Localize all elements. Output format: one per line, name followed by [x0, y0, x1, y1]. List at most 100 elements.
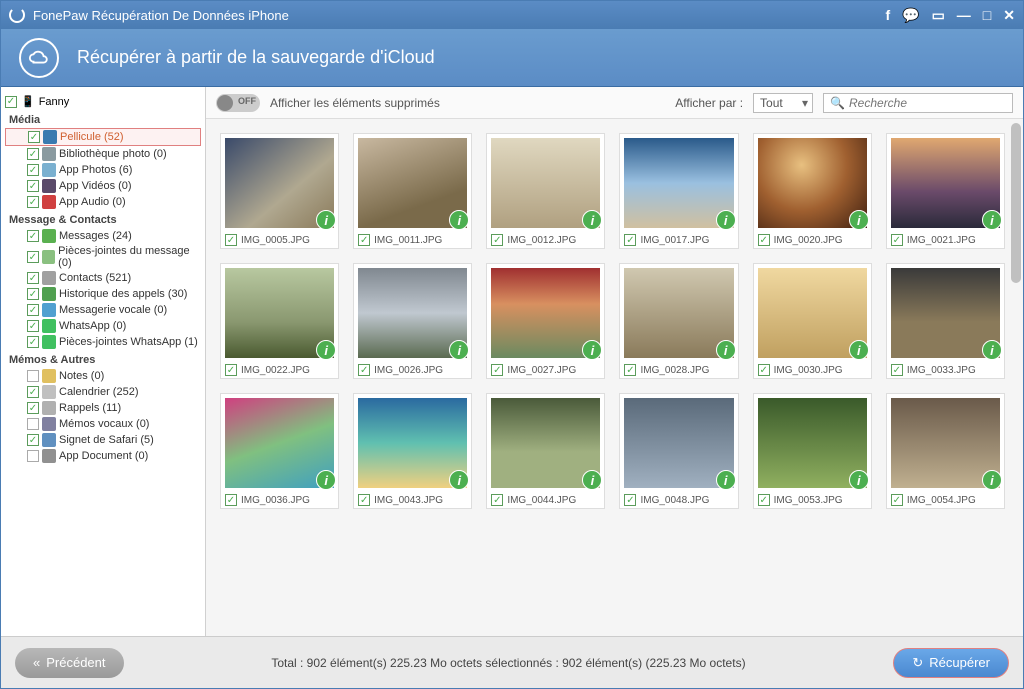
checkbox-icon[interactable]: ✓ [27, 434, 39, 446]
close-icon[interactable]: ✕ [1003, 7, 1015, 24]
checkbox-icon[interactable]: ✓ [28, 131, 40, 143]
thumbnail[interactable]: i✓IMG_0005.JPG [220, 133, 339, 249]
maximize-icon[interactable]: □ [983, 7, 991, 24]
sidebar-item[interactable]: ✓App Photos (6) [5, 162, 201, 178]
sidebar-item[interactable]: ✓App Document (0) [5, 448, 201, 464]
sidebar-item[interactable]: ✓Messages (24) [5, 228, 201, 244]
checkbox-icon[interactable]: ✓ [624, 234, 636, 246]
checkbox-icon[interactable]: ✓ [624, 494, 636, 506]
checkbox-icon[interactable]: ✓ [891, 364, 903, 376]
thumbnail[interactable]: i✓IMG_0030.JPG [753, 263, 872, 379]
search-box[interactable]: 🔍 [823, 93, 1013, 113]
feedback-icon[interactable]: ▭ [932, 7, 945, 24]
checkbox-icon[interactable]: ✓ [27, 196, 39, 208]
sidebar-item[interactable]: ✓Pellicule (52) [5, 128, 201, 146]
checkbox-icon[interactable]: ✓ [5, 96, 17, 108]
search-input[interactable] [849, 96, 1006, 110]
thumbnail[interactable]: i✓IMG_0053.JPG [753, 393, 872, 509]
checkbox-icon[interactable]: ✓ [27, 418, 39, 430]
checkbox-icon[interactable]: ✓ [758, 234, 770, 246]
sidebar-item[interactable]: ✓Bibliothèque photo (0) [5, 146, 201, 162]
checkbox-icon[interactable]: ✓ [27, 251, 39, 263]
checkbox-icon[interactable]: ✓ [27, 272, 39, 284]
checkbox-icon[interactable]: ✓ [225, 234, 237, 246]
category-icon [42, 433, 56, 447]
sidebar-item[interactable]: ✓Historique des appels (30) [5, 286, 201, 302]
sidebar-item[interactable]: ✓Notes (0) [5, 368, 201, 384]
info-icon[interactable]: i [716, 340, 736, 360]
minimize-icon[interactable]: — [957, 7, 971, 24]
checkbox-icon[interactable]: ✓ [758, 364, 770, 376]
thumbnail[interactable]: i✓IMG_0021.JPG [886, 133, 1005, 249]
thumbnail[interactable]: i✓IMG_0022.JPG [220, 263, 339, 379]
sidebar-item[interactable]: ✓App Vidéos (0) [5, 178, 201, 194]
checkbox-icon[interactable]: ✓ [27, 402, 39, 414]
thumbnail[interactable]: i✓IMG_0027.JPG [486, 263, 605, 379]
device-row[interactable]: ✓ 📱 Fanny [5, 93, 201, 110]
checkbox-icon[interactable]: ✓ [491, 234, 503, 246]
thumbnail[interactable]: i✓IMG_0026.JPG [353, 263, 472, 379]
checkbox-icon[interactable]: ✓ [27, 304, 39, 316]
checkbox-icon[interactable]: ✓ [27, 148, 39, 160]
checkbox-icon[interactable]: ✓ [27, 230, 39, 242]
checkbox-icon[interactable]: ✓ [27, 336, 39, 348]
checkbox-icon[interactable]: ✓ [225, 494, 237, 506]
thumbnail[interactable]: i✓IMG_0017.JPG [619, 133, 738, 249]
checkbox-icon[interactable]: ✓ [491, 494, 503, 506]
checkbox-icon[interactable]: ✓ [624, 364, 636, 376]
info-icon[interactable]: i [982, 340, 1002, 360]
sidebar-item[interactable]: ✓Mémos vocaux (0) [5, 416, 201, 432]
info-icon[interactable]: i [982, 470, 1002, 490]
checkbox-icon[interactable]: ✓ [27, 180, 39, 192]
thumbnail[interactable]: i✓IMG_0012.JPG [486, 133, 605, 249]
thumbnail[interactable]: i✓IMG_0028.JPG [619, 263, 738, 379]
info-icon[interactable]: i [849, 470, 869, 490]
checkbox-icon[interactable]: ✓ [27, 450, 39, 462]
checkbox-icon[interactable]: ✓ [27, 386, 39, 398]
thumbnail[interactable]: i✓IMG_0054.JPG [886, 393, 1005, 509]
checkbox-icon[interactable]: ✓ [358, 234, 370, 246]
sidebar-item[interactable]: ✓Contacts (521) [5, 270, 201, 286]
recover-button[interactable]: ↻ Récupérer [893, 648, 1009, 678]
scrollbar[interactable] [1011, 123, 1021, 283]
chat-icon[interactable]: 💬 [902, 7, 919, 24]
thumbnail-scroll[interactable]: i✓IMG_0005.JPGi✓IMG_0011.JPGi✓IMG_0012.J… [206, 119, 1023, 636]
facebook-icon[interactable]: f [885, 7, 890, 24]
info-icon[interactable]: i [716, 470, 736, 490]
info-icon[interactable]: i [982, 210, 1002, 230]
checkbox-icon[interactable]: ✓ [358, 364, 370, 376]
checkbox-icon[interactable]: ✓ [758, 494, 770, 506]
checkbox-icon[interactable]: ✓ [225, 364, 237, 376]
checkbox-icon[interactable]: ✓ [358, 494, 370, 506]
category-icon [42, 417, 56, 431]
filter-select[interactable]: Tout [753, 93, 813, 113]
sidebar-item[interactable]: ✓Pièces-jointes WhatsApp (1) [5, 334, 201, 350]
thumbnail[interactable]: i✓IMG_0048.JPG [619, 393, 738, 509]
info-icon[interactable]: i [849, 340, 869, 360]
thumbnail[interactable]: i✓IMG_0043.JPG [353, 393, 472, 509]
checkbox-icon[interactable]: ✓ [891, 234, 903, 246]
sidebar-item[interactable]: ✓Messagerie vocale (0) [5, 302, 201, 318]
checkbox-icon[interactable]: ✓ [27, 288, 39, 300]
checkbox-icon[interactable]: ✓ [27, 370, 39, 382]
thumbnail[interactable]: i✓IMG_0036.JPG [220, 393, 339, 509]
thumbnail[interactable]: i✓IMG_0044.JPG [486, 393, 605, 509]
prev-button[interactable]: « Précédent [15, 648, 124, 678]
sidebar-item[interactable]: ✓App Audio (0) [5, 194, 201, 210]
sidebar-item[interactable]: ✓WhatsApp (0) [5, 318, 201, 334]
thumbnail[interactable]: i✓IMG_0011.JPG [353, 133, 472, 249]
info-icon[interactable]: i [716, 210, 736, 230]
sidebar-item[interactable]: ✓Signet de Safari (5) [5, 432, 201, 448]
sidebar-item[interactable]: ✓Pièces-jointes du message (0) [5, 244, 201, 270]
sidebar-item[interactable]: ✓Calendrier (252) [5, 384, 201, 400]
checkbox-icon[interactable]: ✓ [491, 364, 503, 376]
checkbox-icon[interactable]: ✓ [891, 494, 903, 506]
thumbnail[interactable]: i✓IMG_0020.JPG [753, 133, 872, 249]
deleted-toggle[interactable]: OFF [216, 94, 260, 112]
info-icon[interactable]: i [849, 210, 869, 230]
category-icon [42, 385, 56, 399]
checkbox-icon[interactable]: ✓ [27, 164, 39, 176]
thumbnail[interactable]: i✓IMG_0033.JPG [886, 263, 1005, 379]
checkbox-icon[interactable]: ✓ [27, 320, 39, 332]
sidebar-item[interactable]: ✓Rappels (11) [5, 400, 201, 416]
